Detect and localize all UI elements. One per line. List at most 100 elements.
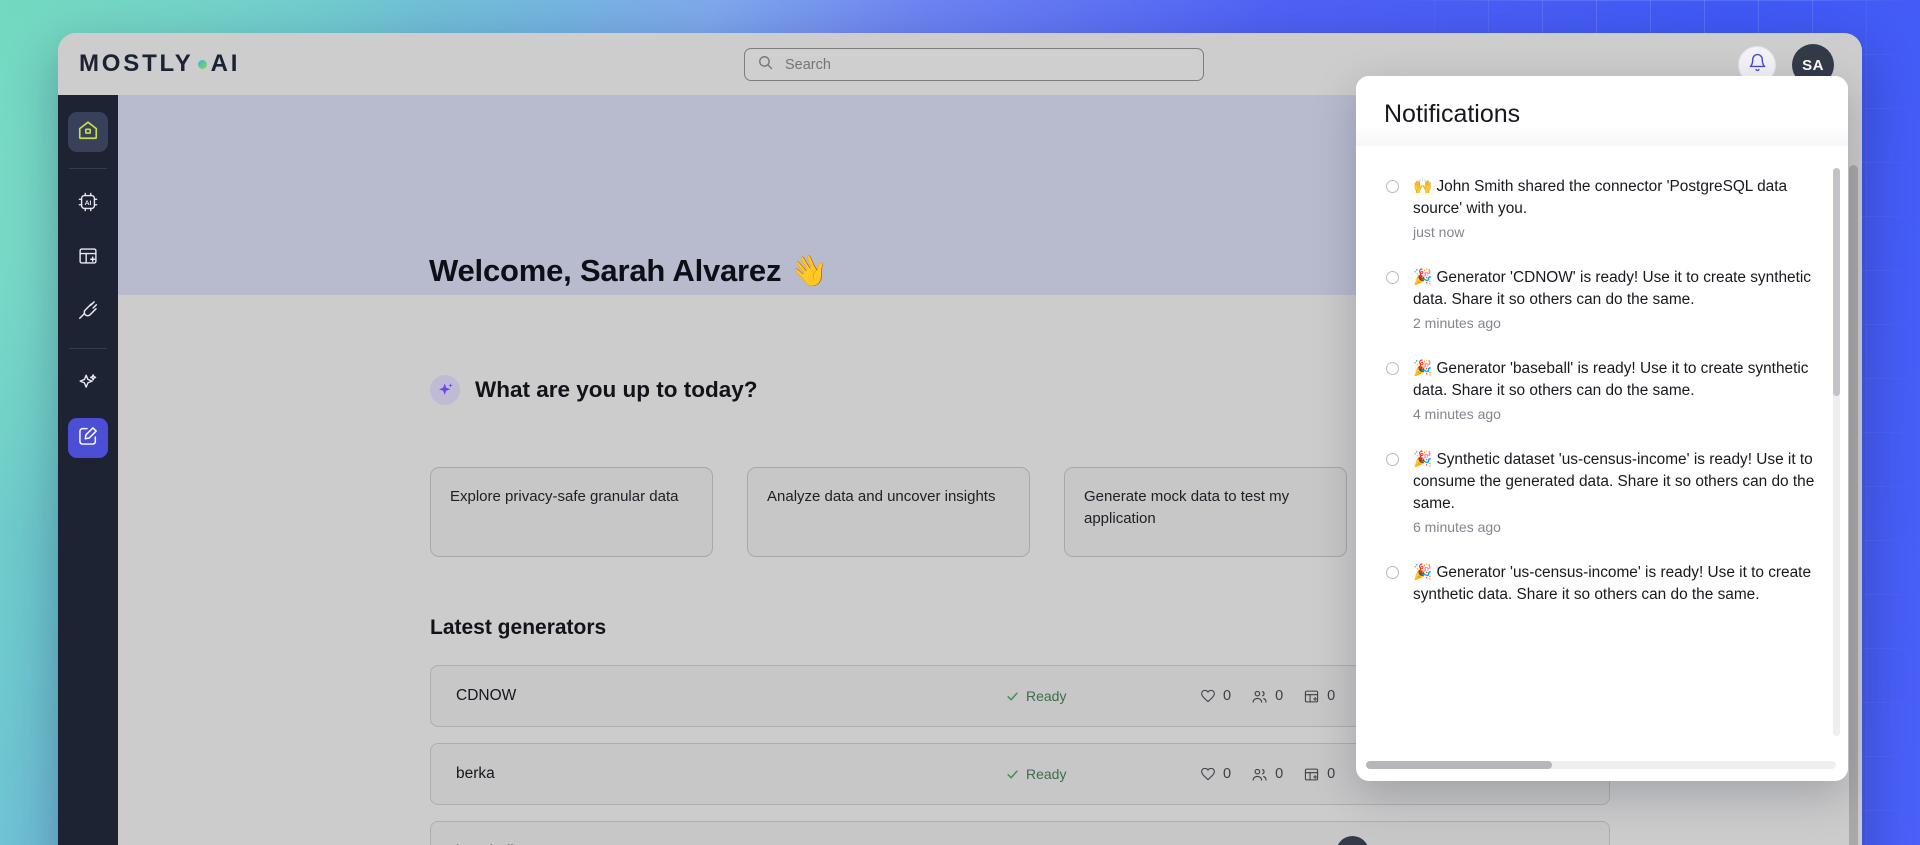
generator-owner: SA 19 minutes ago: [1336, 835, 1485, 845]
ai-chip-icon: AI: [77, 191, 99, 218]
sidebar-item-connectors[interactable]: [68, 292, 108, 332]
sidebar-item-compose[interactable]: [68, 418, 108, 458]
sidebar-item-home[interactable]: [68, 112, 108, 152]
status-label: Ready: [1026, 766, 1067, 782]
status-badge: Ready: [1006, 688, 1186, 704]
check-icon: [1007, 770, 1018, 778]
status-label: Ready: [1026, 688, 1067, 704]
page-scrollbar-thumb[interactable]: [1849, 165, 1858, 845]
suggestion-card[interactable]: Analyze data and uncover insights: [747, 467, 1030, 557]
notifications-horizontal-scrollbar[interactable]: [1366, 761, 1836, 769]
party-popper-emoji: 🎉: [1413, 268, 1433, 287]
bell-icon: [1748, 53, 1767, 77]
notification-message: Synthetic dataset 'us-census-income' is …: [1413, 451, 1815, 513]
table-add-icon: [77, 245, 99, 272]
tables-count: 0: [1327, 688, 1336, 704]
generator-stats: 0 0: [1200, 688, 1348, 705]
unread-dot-icon[interactable]: [1386, 271, 1399, 285]
list-item[interactable]: 🙌 John Smith shared the connector 'Postg…: [1364, 162, 1840, 253]
brand-logo[interactable]: MOSTLY AI: [79, 50, 240, 78]
suggestion-card[interactable]: Explore privacy-safe granular data: [430, 467, 713, 557]
generator-name: CDNOW: [456, 687, 517, 704]
notification-text: 🙌 John Smith shared the connector 'Postg…: [1413, 177, 1787, 217]
people-icon: [1252, 768, 1267, 781]
list-item[interactable]: 🎉 Generator 'us-census-income' is ready!…: [1364, 548, 1840, 623]
notification-time: 6 minutes ago: [1413, 519, 1501, 536]
home-icon: [77, 119, 99, 146]
plug-icon: [77, 299, 99, 326]
page-scrollbar[interactable]: [1849, 165, 1858, 845]
section-title-latest-generators: Latest generators: [430, 616, 607, 639]
generator-stats: 0 0: [1200, 766, 1348, 783]
notifications-list[interactable]: 🙌 John Smith shared the connector 'Postg…: [1364, 162, 1840, 740]
suggestion-card[interactable]: Generate mock data to test my applicatio…: [1064, 467, 1347, 557]
sidebar-divider-2: [69, 348, 107, 349]
notification-text: 🎉 Synthetic dataset 'us-census-income' i…: [1413, 450, 1815, 513]
table-add-icon: [1305, 768, 1319, 780]
table-add-icon: [1305, 690, 1319, 702]
tables-stat: 0: [1303, 688, 1335, 705]
shares-count: 0: [1275, 766, 1284, 782]
list-item[interactable]: 🎉 Generator 'CDNOW' is ready! Use it to …: [1364, 253, 1840, 344]
notification-body: 🎉 Synthetic dataset 'us-census-income' i…: [1413, 448, 1824, 535]
search-input[interactable]: [785, 56, 1165, 73]
likes-count: 0: [1223, 688, 1232, 704]
notification-text: 🎉 Generator 'baseball' is ready! Use it …: [1413, 359, 1809, 400]
notification-time: just now: [1413, 224, 1465, 241]
raised-hands-emoji: 🙌: [1413, 177, 1433, 195]
unread-dot-icon[interactable]: [1386, 362, 1399, 376]
page-title: Welcome, Sarah Alvarez 👋: [429, 253, 829, 288]
shares-count: 0: [1275, 688, 1284, 704]
edit-square-icon: [77, 425, 99, 452]
sidebar-rail: AI: [58, 95, 118, 845]
svg-text:AI: AI: [85, 200, 92, 207]
notifications-title: Notifications: [1356, 76, 1848, 146]
list-item[interactable]: 🎉 Generator 'baseball' is ready! Use it …: [1364, 344, 1840, 435]
party-popper-emoji: 🎉: [1413, 563, 1433, 582]
sidebar-divider-1: [69, 168, 107, 169]
sidebar-item-datasets[interactable]: [68, 238, 108, 278]
likes-stat: 0: [1200, 688, 1231, 704]
list-item[interactable]: 🎉 Synthetic dataset 'us-census-income' i…: [1364, 435, 1840, 548]
notifications-vertical-scrollbar[interactable]: [1833, 168, 1840, 736]
suggestion-cards: Explore privacy-safe granular data Analy…: [430, 467, 1347, 557]
people-icon: [1252, 690, 1267, 703]
today-title: What are you up to today?: [475, 377, 758, 402]
sidebar-item-ai-models[interactable]: AI: [68, 184, 108, 224]
search-icon: [757, 54, 774, 76]
desktop-backdrop: MOSTLY AI Search SA AI Welcome, Sarah Al…: [0, 0, 1920, 845]
heart-icon: [1201, 689, 1215, 703]
notification-message: Generator 'baseball' is ready! Use it to…: [1413, 360, 1809, 400]
table-row[interactable]: baseball Ready 0: [430, 821, 1610, 845]
notification-message: Generator 'CDNOW' is ready! Use it to cr…: [1413, 269, 1811, 309]
tables-stat: 0: [1303, 766, 1335, 783]
search-box[interactable]: [744, 48, 1204, 81]
notification-body: 🙌 John Smith shared the connector 'Postg…: [1413, 175, 1824, 240]
notification-text: 🎉 Generator 'CDNOW' is ready! Use it to …: [1413, 268, 1811, 309]
notifications-vertical-scrollbar-thumb[interactable]: [1833, 168, 1840, 396]
notification-message: Generator 'us-census-income' is ready! U…: [1413, 564, 1812, 604]
shares-stat: 0: [1251, 688, 1283, 705]
notification-text: 🎉 Generator 'us-census-income' is ready!…: [1413, 563, 1812, 604]
party-popper-emoji: 🎉: [1413, 359, 1433, 378]
brand-suffix: AI: [210, 50, 241, 77]
avatar-initials: SA: [1802, 56, 1824, 74]
notification-body: 🎉 Generator 'CDNOW' is ready! Use it to …: [1413, 266, 1824, 331]
sparkles-icon: [77, 371, 99, 398]
unread-dot-icon[interactable]: [1386, 566, 1399, 580]
status-badge: Ready: [1006, 766, 1186, 782]
notification-time: 4 minutes ago: [1413, 406, 1501, 423]
brand-name: MOSTLY: [79, 50, 194, 77]
brand-dot-icon: [197, 59, 207, 69]
party-popper-emoji: 🎉: [1413, 450, 1433, 469]
unread-dot-icon[interactable]: [1386, 453, 1399, 467]
heart-icon: [1201, 767, 1215, 781]
notifications-horizontal-scrollbar-thumb[interactable]: [1366, 761, 1552, 769]
sidebar-item-assistant[interactable]: [68, 364, 108, 404]
notification-body: 🎉 Generator 'us-census-income' is ready!…: [1413, 561, 1824, 610]
today-prompt-row: What are you up to today?: [430, 375, 758, 405]
unread-dot-icon[interactable]: [1386, 180, 1399, 193]
sparkle-icon: [430, 375, 460, 405]
tables-count: 0: [1327, 766, 1336, 782]
shares-stat: 0: [1251, 766, 1283, 783]
